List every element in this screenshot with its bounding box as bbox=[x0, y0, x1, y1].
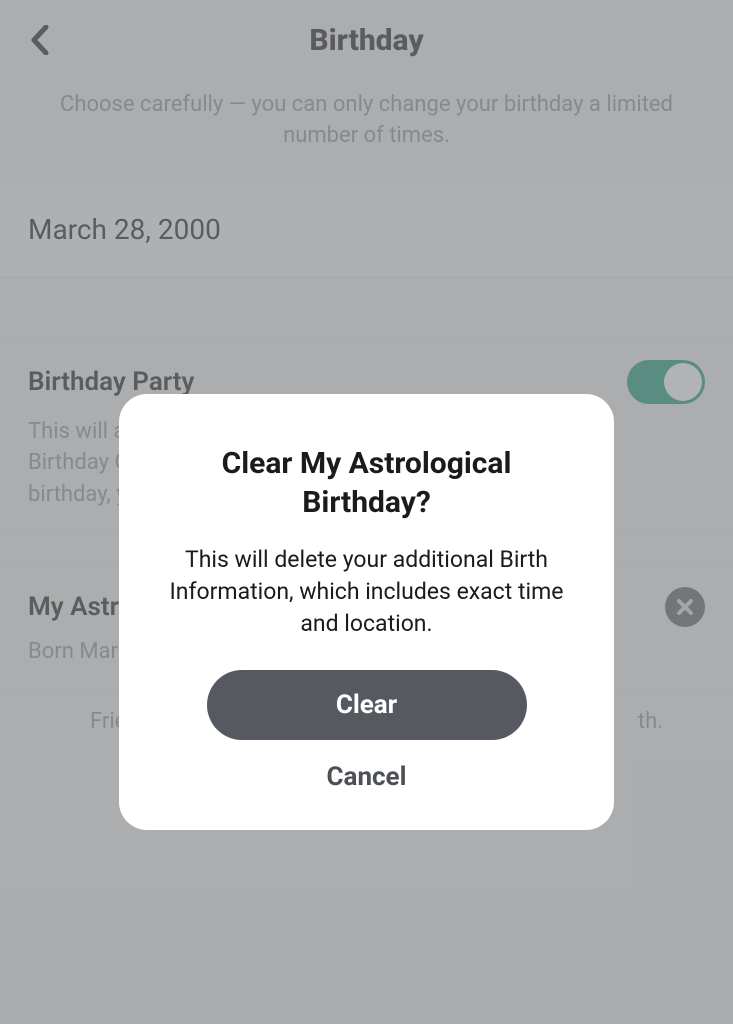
clear-astro-dialog: Clear My Astrological Birthday? This wil… bbox=[119, 394, 614, 831]
dialog-title: Clear My Astrological Birthday? bbox=[157, 444, 576, 522]
modal-overlay[interactable]: Clear My Astrological Birthday? This wil… bbox=[0, 0, 733, 1024]
birthday-settings-screen: Birthday Choose carefully — you can only… bbox=[0, 0, 733, 1024]
cancel-button[interactable]: Cancel bbox=[327, 762, 407, 792]
clear-button[interactable]: Clear bbox=[207, 670, 527, 740]
dialog-body: This will delete your additional Birth I… bbox=[157, 544, 576, 641]
